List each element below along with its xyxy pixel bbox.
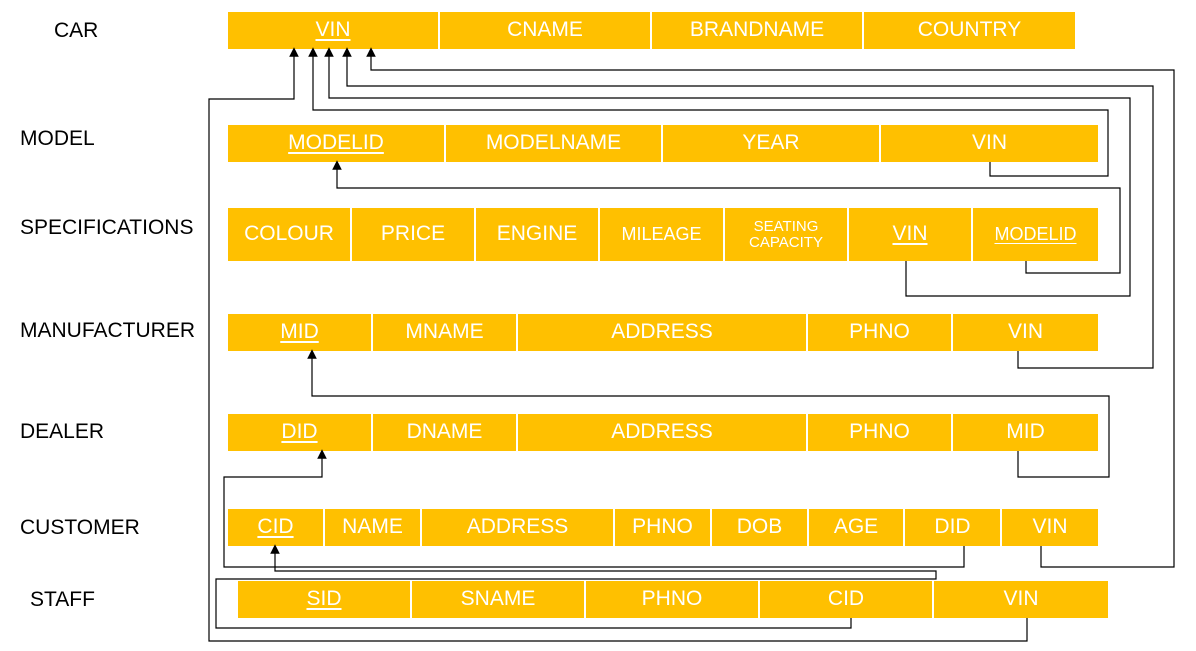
link-staff-vin-to-car-vin [208,47,1028,642]
link-staff-cid-to-customer-cid [215,544,937,629]
link-dealer-mid-to-manufacturer-mid [307,349,1110,478]
link-customer-vin-to-car-vin [366,47,1175,568]
link-manufacturer-vin-to-car-vin [342,47,1154,369]
link-spec-vin-to-car-vin [324,47,1131,297]
link-customer-did-to-dealer-did [223,449,965,568]
foreign-key-connectors [208,47,1175,642]
link-spec-modelid-to-model-modelid [332,160,1121,274]
